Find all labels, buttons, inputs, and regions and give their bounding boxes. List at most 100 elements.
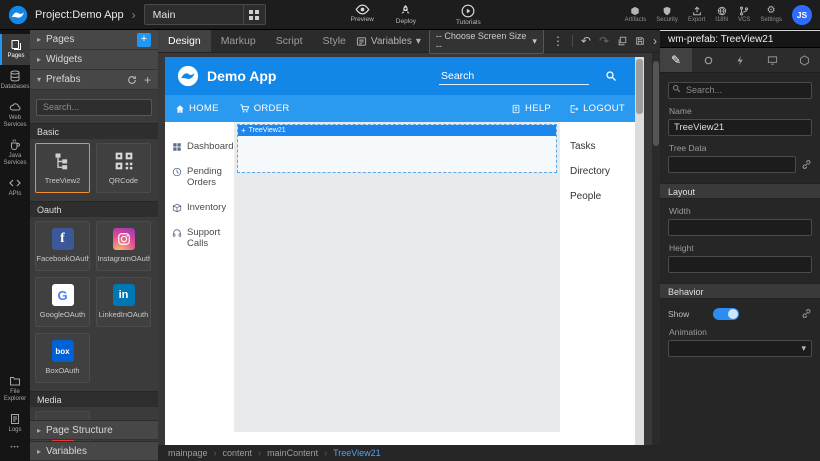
prefab-card-treeview2[interactable]: TreeView2 bbox=[35, 143, 90, 193]
left-rail: Pages Databases Web Services Java Servic… bbox=[0, 30, 30, 461]
tab-script[interactable]: Script bbox=[266, 30, 313, 52]
rail-more-button[interactable]: ••• bbox=[0, 439, 30, 457]
export-button[interactable]: Export bbox=[688, 6, 705, 23]
breadcrumb-item-mainpage[interactable]: mainpage bbox=[168, 448, 208, 458]
rail-item-java-services[interactable]: Java Services bbox=[0, 134, 30, 172]
treeview-widget-body[interactable] bbox=[238, 136, 556, 172]
tutorials-label: Tutorials bbox=[456, 19, 481, 26]
topbar-actions: Preview Deploy Tutorials bbox=[351, 4, 481, 26]
inspector-tab-security[interactable] bbox=[788, 48, 820, 72]
treeview-widget-selected[interactable]: + TreeView21 bbox=[237, 124, 557, 173]
nav-logout[interactable]: LOGOUT bbox=[569, 103, 625, 114]
prefab-card-qrcode[interactable]: QRCode bbox=[96, 143, 151, 193]
rail-item-databases[interactable]: Databases bbox=[0, 65, 30, 96]
bind-link-icon[interactable] bbox=[801, 159, 812, 170]
prefab-card-linkedinoauth[interactable]: in LinkedInOAuth bbox=[96, 277, 151, 327]
deploy-button[interactable]: Deploy bbox=[396, 4, 416, 25]
app-search-input[interactable]: Search bbox=[439, 68, 589, 85]
sidebar-item-support-calls[interactable]: Support Calls bbox=[165, 220, 234, 256]
lightning-icon bbox=[735, 55, 746, 66]
accordion-pages[interactable]: ▸ Pages + bbox=[30, 30, 158, 50]
refresh-icon[interactable] bbox=[127, 75, 137, 85]
sidebar-item-dashboard[interactable]: Dashboard bbox=[165, 134, 234, 159]
user-avatar[interactable]: JS bbox=[792, 5, 812, 25]
toolbar-overflow-icon[interactable]: › bbox=[653, 35, 657, 47]
breadcrumb-item-maincontent[interactable]: mainContent bbox=[267, 448, 318, 458]
accordion-widgets[interactable]: ▸ Widgets bbox=[30, 50, 158, 70]
name-field[interactable] bbox=[668, 119, 812, 136]
variables-dropdown[interactable]: Variables ▾ bbox=[356, 36, 421, 47]
inspector-tab-devices[interactable] bbox=[756, 48, 788, 72]
rail-item-file-explorer[interactable]: File Explorer bbox=[0, 370, 30, 408]
tab-style[interactable]: Style bbox=[313, 30, 356, 52]
sidebar-item-inventory[interactable]: Inventory bbox=[165, 195, 234, 220]
chevron-collapsed-icon: ▸ bbox=[37, 426, 41, 435]
expand-node-icon[interactable]: + bbox=[241, 127, 246, 135]
accordion-prefabs[interactable]: ▾ Prefabs + bbox=[30, 70, 158, 90]
page-content-area[interactable]: + TreeView21 bbox=[235, 122, 559, 432]
show-toggle[interactable] bbox=[713, 308, 739, 320]
search-icon[interactable] bbox=[605, 70, 617, 82]
height-field[interactable] bbox=[668, 256, 812, 273]
preview-button[interactable]: Preview bbox=[351, 4, 374, 23]
import-prefab-button[interactable]: + bbox=[144, 73, 151, 87]
rail-item-web-services[interactable]: Web Services bbox=[0, 96, 30, 134]
rail-item-apis[interactable]: APIs bbox=[0, 172, 30, 203]
kebab-menu-icon[interactable]: ⋮ bbox=[552, 35, 564, 47]
rail-item-logs[interactable]: Logs bbox=[0, 408, 30, 439]
clock-icon bbox=[172, 167, 182, 177]
screen-size-select[interactable]: -- Choose Screen Size -- ▾ bbox=[429, 28, 544, 54]
rail-item-pages[interactable]: Pages bbox=[0, 34, 30, 65]
search-icon bbox=[672, 84, 681, 93]
redo-button[interactable]: ↷ bbox=[599, 35, 609, 47]
list-item-people[interactable]: People bbox=[560, 184, 635, 209]
accordion-variables[interactable]: ▸ Variables bbox=[30, 441, 158, 461]
copy-icon[interactable] bbox=[617, 36, 627, 46]
prefab-search-input[interactable] bbox=[36, 99, 152, 116]
save-icon[interactable] bbox=[635, 36, 645, 46]
bind-link-icon[interactable] bbox=[801, 308, 812, 319]
sidebar-item-pending-orders[interactable]: Pending Orders bbox=[165, 159, 234, 195]
accordion-page-structure[interactable]: ▸ Page Structure bbox=[30, 420, 158, 440]
width-field[interactable] bbox=[668, 219, 812, 236]
nav-help[interactable]: HELP bbox=[511, 103, 551, 114]
list-item-directory[interactable]: Directory bbox=[560, 159, 635, 184]
chevron-right-icon: › bbox=[132, 8, 136, 22]
tutorials-button[interactable]: Tutorials bbox=[456, 4, 481, 26]
security-label: Security bbox=[656, 17, 678, 23]
vcs-button[interactable]: VCS bbox=[738, 6, 750, 23]
security-button[interactable]: Security bbox=[656, 6, 678, 23]
grid-icon[interactable] bbox=[243, 5, 265, 24]
logout-icon bbox=[569, 104, 579, 114]
prefab-card-googleoauth[interactable]: G GoogleOAuth bbox=[35, 277, 90, 327]
prefab-card-facebookoauth[interactable]: f FacebookOAuth bbox=[35, 221, 90, 271]
section-media: Media bbox=[30, 391, 158, 407]
animation-select[interactable]: ▾ bbox=[668, 340, 812, 357]
canvas-scrollbar-thumb[interactable] bbox=[636, 59, 643, 114]
breadcrumb-item-content[interactable]: content bbox=[223, 448, 253, 458]
editor-scrollbar-thumb[interactable] bbox=[653, 61, 659, 146]
settings-button[interactable]: ⚙ Settings bbox=[760, 6, 782, 23]
prefab-card-instagramoauth[interactable]: InstagramOAuth bbox=[96, 221, 151, 271]
artifacts-button[interactable]: Artifacts bbox=[625, 6, 647, 23]
property-search-input[interactable] bbox=[668, 82, 812, 99]
editor-scrollbar[interactable] bbox=[652, 53, 660, 445]
tree-data-field[interactable] bbox=[668, 156, 796, 173]
tab-markup[interactable]: Markup bbox=[211, 30, 266, 52]
treeview-widget-header[interactable]: + TreeView21 bbox=[238, 125, 556, 136]
inspector-tab-styles[interactable] bbox=[692, 48, 724, 72]
inspector-tab-properties[interactable]: ✎ bbox=[660, 48, 692, 72]
hexagon-icon bbox=[799, 55, 810, 66]
page-selector-dropdown[interactable]: Main bbox=[144, 4, 266, 25]
nav-home[interactable]: HOME bbox=[175, 103, 219, 114]
inspector-tab-events[interactable] bbox=[724, 48, 756, 72]
list-item-tasks[interactable]: Tasks bbox=[560, 134, 635, 159]
canvas-scrollbar[interactable] bbox=[635, 57, 644, 445]
nav-order[interactable]: ORDER bbox=[239, 103, 290, 114]
add-page-button[interactable]: + bbox=[137, 33, 151, 47]
tab-design[interactable]: Design bbox=[158, 30, 211, 52]
undo-button[interactable]: ↶ bbox=[581, 35, 591, 47]
prefab-card-boxoauth[interactable]: box BoxOAuth bbox=[35, 333, 90, 383]
i18n-button[interactable]: I18N bbox=[715, 6, 728, 23]
breadcrumb-item-treeview21[interactable]: TreeView21 bbox=[333, 448, 381, 458]
